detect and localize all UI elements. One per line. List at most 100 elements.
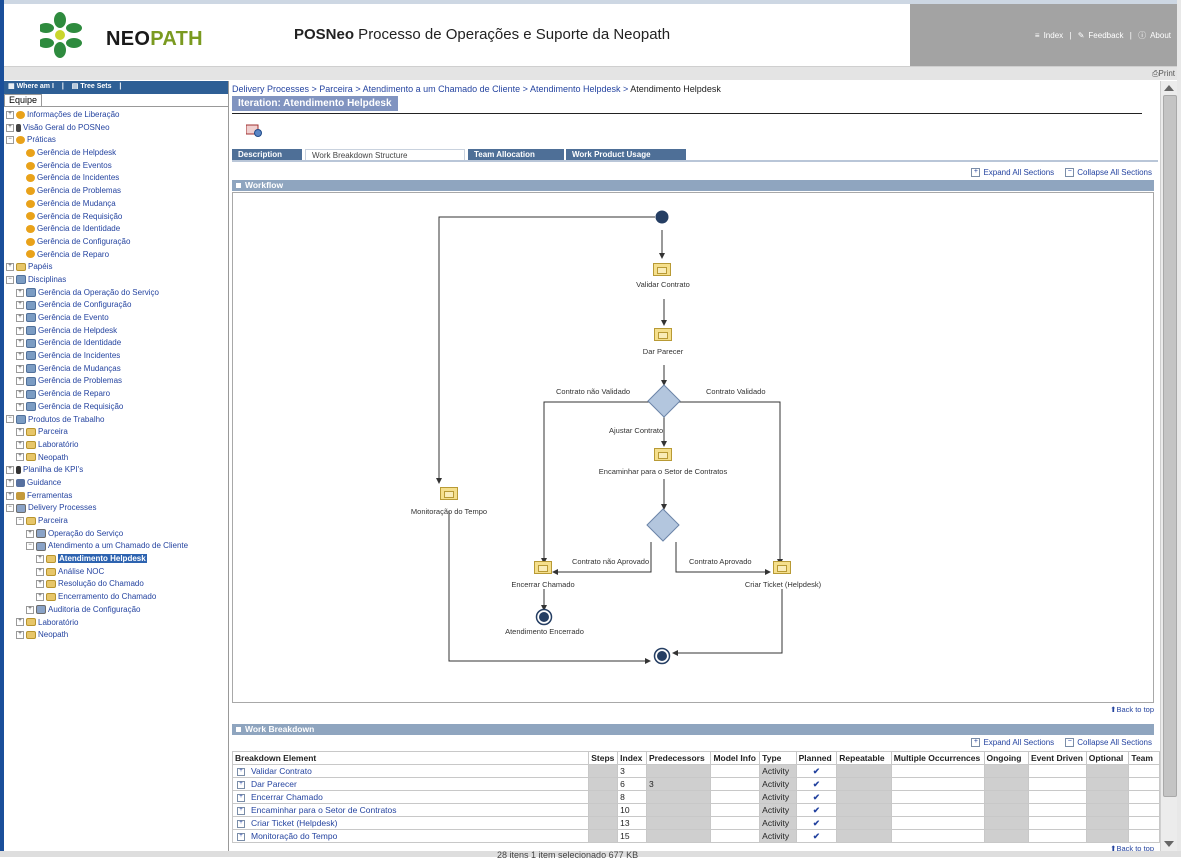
tree-node[interactable]: + Análise NOC (4, 566, 228, 579)
row-expand-icon[interactable]: + (237, 780, 245, 789)
tree-node[interactable]: Gerência de Requisição (4, 211, 228, 224)
tree-expand-icon[interactable]: + (16, 440, 24, 449)
tree-node[interactable]: + Neopath (4, 629, 228, 642)
tree-collapse-icon[interactable]: − (26, 542, 34, 551)
back-to-top-link[interactable]: ⬆Back to top (1110, 844, 1154, 851)
tree-expand-icon[interactable]: + (16, 326, 24, 335)
tab-work-product-usage[interactable]: Work Product Usage (566, 149, 686, 160)
tree-node[interactable]: − Atendimento a um Chamado de Cliente (4, 540, 228, 553)
tree-expand-icon[interactable]: + (36, 567, 44, 576)
feedback-link[interactable]: Feedback (1088, 31, 1123, 40)
tree-expand-icon[interactable]: + (16, 618, 24, 627)
tree-node[interactable]: Gerência de Identidade (4, 223, 228, 236)
tree-expand-icon[interactable]: + (6, 123, 14, 132)
scroll-up-icon[interactable] (1164, 85, 1174, 91)
tree-collapse-icon[interactable]: − (6, 504, 14, 513)
tree-node[interactable]: Gerência de Mudança (4, 198, 228, 211)
back-to-top-link[interactable]: ⬆Back to top (1110, 705, 1154, 714)
scroll-thumb[interactable] (1163, 95, 1177, 797)
breakdown-element-link[interactable]: + Criar Ticket (Helpdesk) (231, 816, 590, 830)
tree-node[interactable]: + Parceira (4, 426, 228, 439)
activity-validar-contrato[interactable]: Validar Contrato (613, 280, 713, 289)
index-link[interactable]: Index (1044, 31, 1064, 40)
tree-node[interactable]: + Laboratório (4, 617, 228, 630)
tree-expand-icon[interactable]: + (16, 631, 24, 640)
tree-expand-icon[interactable]: + (16, 339, 24, 348)
tree-node[interactable]: − Parceira (4, 515, 228, 528)
tree-expand-icon[interactable]: + (16, 301, 24, 310)
tree-node[interactable]: Gerência de Eventos (4, 160, 228, 173)
tree-collapse-icon[interactable]: − (6, 136, 14, 145)
activity-encaminhar[interactable]: Encaminhar para o Setor de Contratos (583, 467, 743, 476)
tree-node[interactable]: + Gerência da Operação do Serviço (4, 287, 228, 300)
collapse-all-button[interactable]: − Collapse All Sections (1065, 168, 1152, 178)
tree-node[interactable]: + Gerência de Mudanças (4, 363, 228, 376)
tree-node[interactable]: − Produtos de Trabalho (4, 414, 228, 427)
breadcrumb-link[interactable]: Atendimento Helpdesk (530, 84, 621, 94)
activity-dar-parecer[interactable]: Dar Parecer (613, 347, 713, 356)
tree-node[interactable]: + Gerência de Identidade (4, 337, 228, 350)
tree-node[interactable]: + Atendimento Helpdesk (4, 553, 228, 566)
tree-node[interactable]: + Gerência de Helpdesk (4, 325, 228, 338)
about-link[interactable]: About (1150, 31, 1171, 40)
tree-node[interactable]: + Gerência de Configuração (4, 299, 228, 312)
tree-node[interactable]: Gerência de Problemas (4, 185, 228, 198)
tab-description[interactable]: Description (232, 149, 302, 160)
work-breakdown-section-header[interactable]: Work Breakdown (232, 724, 1154, 735)
tree-node[interactable]: + Resolução do Chamado (4, 578, 228, 591)
tree-expand-icon[interactable]: + (36, 554, 44, 563)
tree-node[interactable]: + Gerência de Reparo (4, 388, 228, 401)
row-expand-icon[interactable]: + (237, 767, 245, 776)
tree-node[interactable]: + Auditoria de Configuração (4, 604, 228, 617)
tree-expand-icon[interactable]: + (6, 110, 14, 119)
row-expand-icon[interactable]: + (237, 806, 245, 815)
breadcrumb-link[interactable]: Parceira (319, 84, 353, 94)
tree-node[interactable]: + Gerência de Problemas (4, 375, 228, 388)
tree-expand-icon[interactable]: + (36, 580, 44, 589)
row-expand-icon[interactable]: + (237, 832, 245, 841)
tree-expand-icon[interactable]: + (26, 529, 34, 538)
breakdown-element-link[interactable]: + Monitoração do Tempo (231, 829, 590, 843)
expand-all-button[interactable]: + Expand All Sections (971, 168, 1054, 178)
tree-sets-button[interactable]: ▤ Tree Sets | (72, 83, 122, 90)
tree-expand-icon[interactable]: + (16, 288, 24, 297)
tree-node[interactable]: + Operação do Serviço (4, 528, 228, 541)
tree-node[interactable]: + Visão Geral do POSNeo (4, 122, 228, 135)
row-expand-icon[interactable]: + (237, 819, 245, 828)
tree-node[interactable]: + Laboratório (4, 439, 228, 452)
tree-expand-icon[interactable]: + (26, 605, 34, 614)
tree-node[interactable]: + Gerência de Evento (4, 312, 228, 325)
tree-node[interactable]: + Encerramento do Chamado (4, 591, 228, 604)
tab-team-allocation[interactable]: Team Allocation (468, 149, 564, 160)
activity-criar-ticket[interactable]: Criar Ticket (Helpdesk) (733, 580, 833, 589)
vertical-scrollbar[interactable] (1160, 81, 1177, 851)
tree-node[interactable]: + Papéis (4, 261, 228, 274)
tab-equipe[interactable]: Equipe (4, 94, 43, 106)
tree-expand-icon[interactable]: + (16, 390, 24, 399)
row-expand-icon[interactable]: + (237, 793, 245, 802)
tree-expand-icon[interactable]: + (16, 377, 24, 386)
breadcrumb-link[interactable]: Delivery Processes (232, 84, 309, 94)
tree-node[interactable]: + Ferramentas (4, 490, 228, 503)
tree-expand-icon[interactable]: + (6, 491, 14, 500)
tree-collapse-icon[interactable]: − (6, 415, 14, 424)
activity-encerrar-chamado[interactable]: Encerrar Chamado (493, 580, 593, 589)
tree-expand-icon[interactable]: + (6, 466, 14, 475)
breakdown-element-link[interactable]: + Encaminhar para o Setor de Contratos (231, 803, 590, 817)
tree-node[interactable]: Gerência de Helpdesk (4, 147, 228, 160)
tree-expand-icon[interactable]: + (16, 313, 24, 322)
tree-node[interactable]: + Gerência de Requisição (4, 401, 228, 414)
expand-all-button[interactable]: + Expand All Sections (971, 738, 1054, 748)
tree-node[interactable]: Gerência de Reparo (4, 249, 228, 262)
scroll-down-icon[interactable] (1164, 841, 1174, 847)
tree-node[interactable]: Gerência de Incidentes (4, 172, 228, 185)
tree-node[interactable]: − Disciplinas (4, 274, 228, 287)
tree-node[interactable]: − Delivery Processes (4, 502, 228, 515)
workflow-section-header[interactable]: Workflow (232, 180, 1154, 191)
tree-expand-icon[interactable]: + (6, 263, 14, 272)
print-button[interactable]: ⎙Print (1152, 69, 1175, 79)
collapse-all-button[interactable]: − Collapse All Sections (1065, 738, 1152, 748)
tab-work-breakdown-structure[interactable]: Work Breakdown Structure (305, 149, 465, 160)
tree-node[interactable]: − Práticas (4, 134, 228, 147)
tree-node[interactable]: + Informações de Liberação (4, 109, 228, 122)
